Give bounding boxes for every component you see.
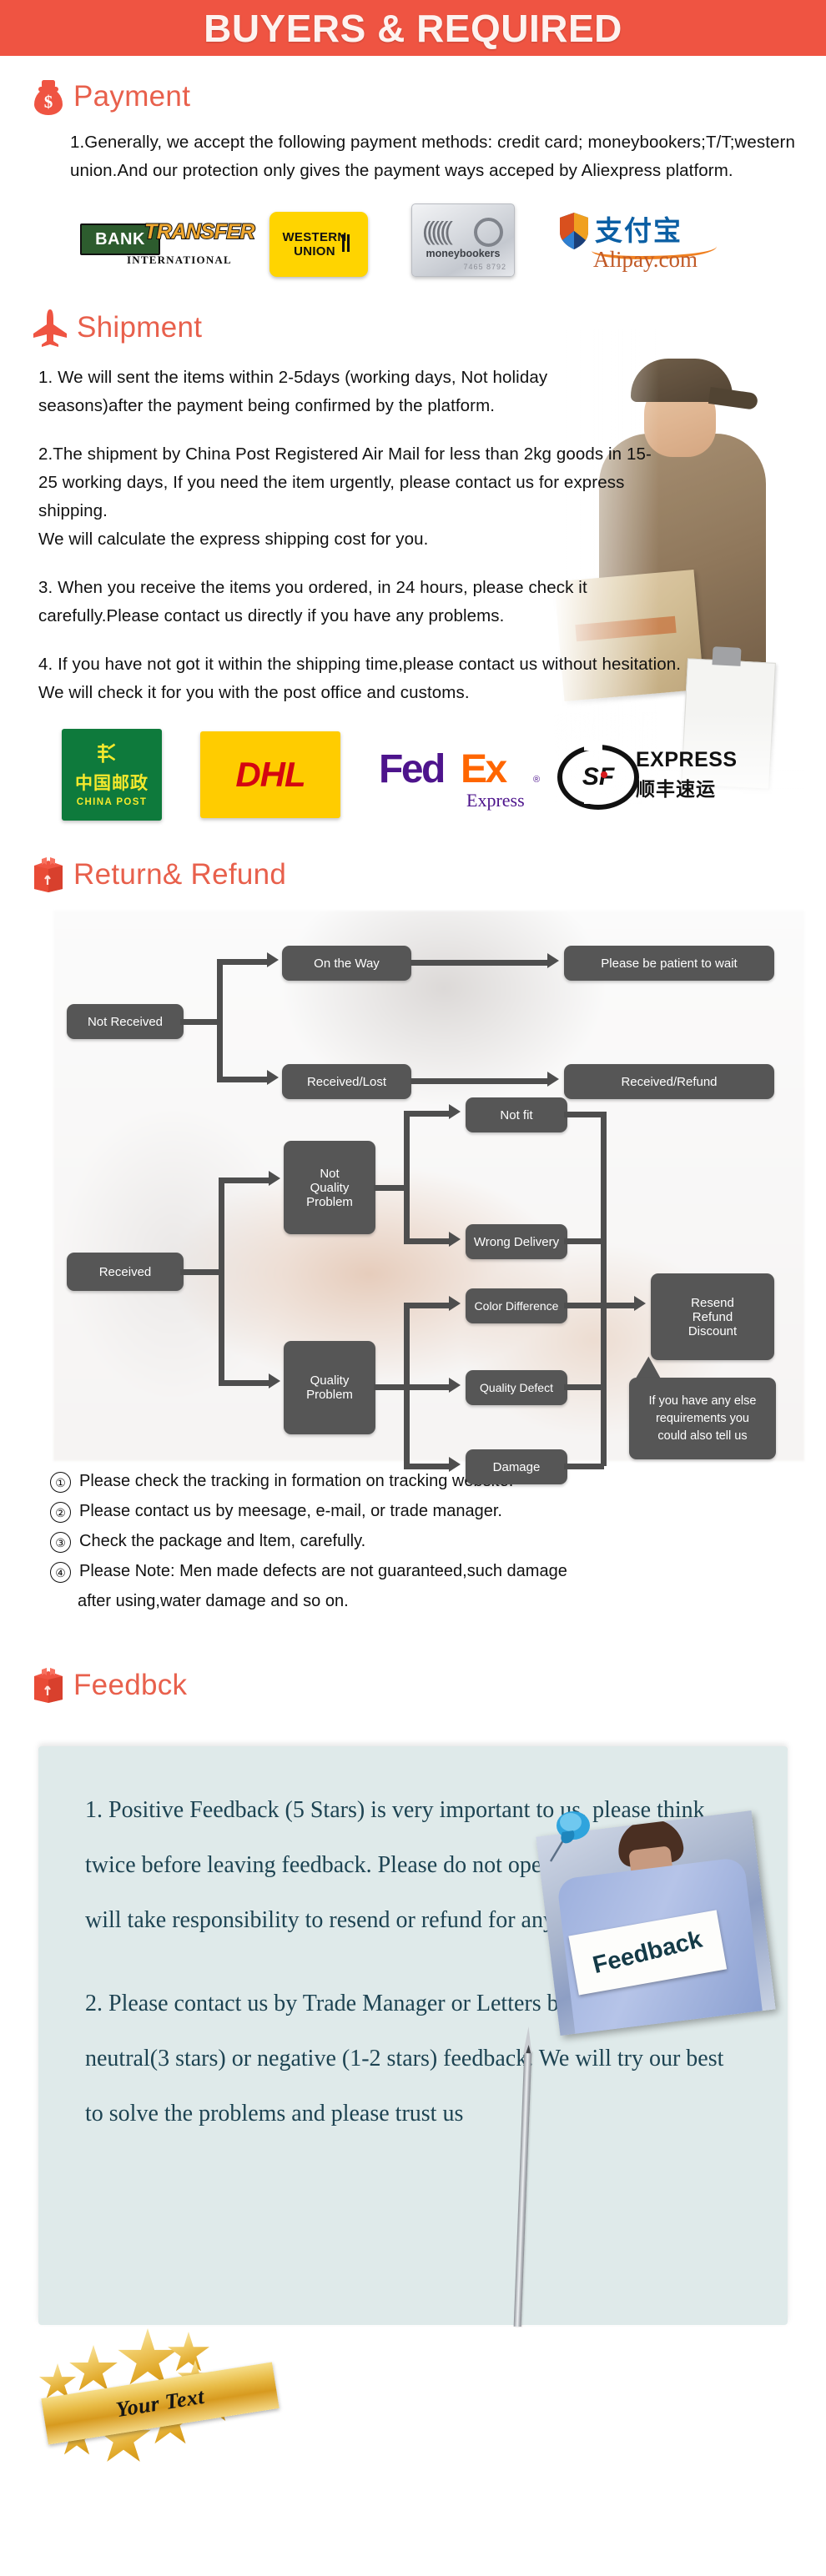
- sf-express-chinese-label: 顺丰速运: [636, 779, 716, 801]
- returns-heading: Return& Refund: [32, 857, 826, 892]
- western-union-line2: UNION: [294, 244, 335, 259]
- returns-note-item: ① Please check the tracking in formation…: [50, 1466, 826, 1496]
- shipment-section: Shipment 1. We will sent the items withi…: [0, 277, 826, 821]
- flow-node-resend-refund-discount: Resend Refund Discount: [651, 1273, 774, 1360]
- bank-transfer-transfer-text: TRANSFER: [144, 219, 256, 244]
- flow-node-quality-defect: Quality Defect: [466, 1370, 567, 1405]
- returns-note-text: Please Note: Men made defects are not gu…: [79, 1562, 567, 1580]
- dhl-label: DHL: [235, 755, 305, 794]
- open-box-icon: [32, 1668, 65, 1703]
- feedback-heading: Feedbck: [32, 1668, 826, 1703]
- moneybookers-card-number: 7465 8792: [463, 263, 506, 271]
- feedback-heading-label: Feedbck: [73, 1669, 188, 1701]
- flow-node-received-refund: Received/Refund: [564, 1064, 774, 1099]
- payment-heading-label: Payment: [73, 80, 191, 113]
- alipay-logo: 支付宝 Alipay.com: [558, 210, 721, 277]
- returns-heading-label: Return& Refund: [73, 858, 287, 891]
- western-union-logo: WESTERN UNION: [269, 212, 368, 277]
- returns-note-number: ①: [50, 1472, 71, 1493]
- flow-callout-extra-requirements: If you have any else requirements you co…: [629, 1378, 776, 1459]
- open-box-icon: [32, 857, 65, 892]
- bank-transfer-international-text: INTERNATIONAL: [127, 254, 232, 266]
- flow-node-received-lost: Received/Lost: [282, 1064, 411, 1099]
- flow-node-not-fit: Not fit: [466, 1097, 567, 1132]
- returns-section: Return& Refund Not Received On the Way P…: [0, 821, 826, 1616]
- shipment-heading-label: Shipment: [77, 311, 203, 344]
- flow-node-quality-problem: Quality Problem: [284, 1341, 375, 1434]
- returns-notes-list: ① Please check the tracking in formation…: [50, 1466, 826, 1616]
- push-pin-icon: [549, 1811, 590, 1862]
- feedback-sign-text: Feedback: [590, 1926, 705, 1979]
- moneybookers-logo: (((((( moneybookers 7465 8792: [411, 203, 515, 277]
- western-union-bars-icon: [342, 234, 350, 252]
- fedex-logo: Fed Ex ® Express: [379, 731, 540, 818]
- returns-note-number: ③: [50, 1532, 71, 1553]
- payment-section: $ Payment 1.Generally, we accept the fol…: [0, 56, 826, 277]
- flow-node-not-received: Not Received: [67, 1004, 184, 1039]
- feedback-section: Feedbck: [0, 1616, 826, 1703]
- money-bag-icon: $: [32, 78, 65, 115]
- shipment-paragraph-1: 1. We will sent the items within 2-5days…: [38, 368, 548, 415]
- airplane-icon: [32, 309, 68, 347]
- payment-logo-row: BANK TRANSFER INTERNATIONAL WESTERN UNIO…: [80, 203, 826, 277]
- flow-node-color-difference: Color Difference: [466, 1288, 567, 1323]
- shipment-paragraph-3: 3. When you receive the items you ordere…: [38, 578, 587, 625]
- returns-note-continuation: after using,water damage and so on.: [78, 1592, 349, 1610]
- returns-note-item: ④ Please Note: Men made defects are not …: [50, 1556, 826, 1586]
- payment-paragraph: 1.Generally, we accept the following pay…: [70, 133, 795, 180]
- fedex-fed-text: Fed: [379, 747, 446, 791]
- shipment-paragraph-2: 2.The shipment by China Post Registered …: [38, 444, 652, 549]
- china-post-emblem-icon: [98, 743, 116, 763]
- gold-star-badge-text: Your Text: [113, 2383, 206, 2423]
- moneybookers-ring-icon: [474, 218, 503, 247]
- returns-flowchart: Not Received On the Way Please be patien…: [53, 911, 804, 1484]
- sf-express-english-label: EXPRESS: [636, 748, 738, 771]
- flow-node-not-quality-problem: Not Quality Problem: [284, 1141, 375, 1234]
- returns-note-text: Please contact us by meesage, e-mail, or…: [79, 1502, 502, 1520]
- fedex-ex-text: Ex: [461, 747, 507, 791]
- page-banner: BUYERS & REQUIRED: [0, 0, 826, 56]
- western-union-line1: WESTERN: [282, 230, 347, 244]
- shipment-paragraph-4: 4. If you have not got it within the shi…: [38, 655, 682, 702]
- shipment-heading: Shipment: [32, 309, 826, 347]
- page-title: BUYERS & REQUIRED: [204, 6, 622, 50]
- sf-express-logo: SF EXPRESS 顺丰速运: [557, 735, 737, 815]
- flow-node-received: Received: [67, 1253, 184, 1291]
- shipment-logo-row: 中国邮政 CHINA POST DHL Fed Ex ® Express SF …: [62, 729, 826, 821]
- flow-node-damage: Damage: [466, 1449, 567, 1484]
- returns-note-number: ②: [50, 1502, 71, 1523]
- product-policy-page: BUYERS & REQUIRED $ Payment 1.Generally,…: [0, 0, 826, 2576]
- alipay-domain-label: Alipay.com: [593, 247, 698, 272]
- returns-note-item: ② Please contact us by meesage, e-mail, …: [50, 1496, 826, 1526]
- dhl-logo: DHL: [200, 731, 340, 818]
- payment-heading: $ Payment: [32, 78, 826, 115]
- china-post-english-label: CHINA POST: [76, 797, 148, 807]
- fedex-express-text: Express: [466, 790, 525, 811]
- alipay-shield-icon: [560, 213, 588, 249]
- flow-node-wrong-delivery: Wrong Delivery: [466, 1224, 567, 1259]
- gold-star-badge: Your Text: [25, 2323, 292, 2490]
- moneybookers-arcs-icon: ((((((: [422, 216, 453, 245]
- returns-note-item: ③ Check the package and ltem, carefully.: [50, 1526, 826, 1556]
- flow-node-please-be-patient: Please be patient to wait: [564, 946, 774, 981]
- returns-note-text: Check the package and ltem, carefully.: [79, 1532, 366, 1550]
- china-post-logo: 中国邮政 CHINA POST: [62, 729, 162, 821]
- moneybookers-label: moneybookers: [426, 248, 501, 259]
- flow-node-on-the-way: On the Way: [282, 946, 411, 981]
- bank-transfer-logo: BANK TRANSFER INTERNATIONAL: [80, 217, 256, 277]
- china-post-chinese-label: 中国邮政: [75, 773, 149, 793]
- returns-note-number: ④: [50, 1562, 71, 1583]
- fedex-registered-mark: ®: [533, 775, 541, 785]
